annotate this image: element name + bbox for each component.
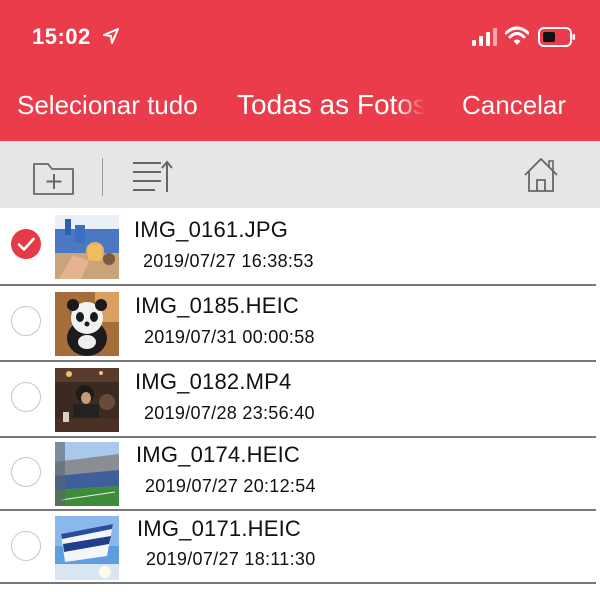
- toolbar: [0, 141, 600, 208]
- folder-add-icon: [33, 163, 74, 195]
- flag-sky-photo: [55, 516, 119, 580]
- sort-list-icon: [133, 160, 173, 192]
- file-date: 2019/07/27 18:11:30: [146, 549, 316, 569]
- list-item[interactable]: IMG_0185.HEIC 2019/07/31 00:00:58: [0, 286, 600, 362]
- cancel-button[interactable]: Cancelar: [462, 90, 566, 121]
- new-folder-button[interactable]: [32, 158, 76, 196]
- file-date: 2019/07/31 00:00:58: [144, 327, 315, 347]
- unselected-checkbox[interactable]: [11, 382, 41, 412]
- thumbnail: [55, 442, 119, 506]
- unselected-checkbox[interactable]: [11, 306, 41, 336]
- file-name: IMG_0182.MP4: [135, 369, 292, 394]
- checkmark-icon: [17, 237, 35, 251]
- list-item[interactable]: IMG_0182.MP4 2019/07/28 23:56:40: [0, 362, 600, 438]
- stadium-interior-photo: [55, 442, 119, 506]
- home-icon: [524, 158, 558, 192]
- bar-people-video: [55, 368, 119, 432]
- list-item[interactable]: IMG_0171.HEIC 2019/07/27 18:11:30: [0, 511, 600, 587]
- list-item[interactable]: IMG_0161.JPG 2019/07/27 16:38:53: [0, 208, 600, 284]
- sort-button[interactable]: [131, 159, 175, 195]
- list-item[interactable]: IMG_0174.HEIC 2019/07/27 20:12:54: [0, 438, 600, 514]
- toolbar-divider: [102, 158, 103, 196]
- file-name: IMG_0174.HEIC: [136, 442, 301, 467]
- location-arrow-icon: [103, 28, 119, 44]
- select-all-button[interactable]: Selecionar tudo: [17, 90, 198, 121]
- home-button[interactable]: [522, 156, 560, 194]
- wifi-icon: [505, 26, 529, 45]
- unselected-checkbox[interactable]: [11, 531, 41, 561]
- page-title: Todas as Fotos: [237, 89, 425, 120]
- file-date: 2019/07/27 16:38:53: [143, 251, 314, 271]
- stadium-crowd-drink-photo: [55, 215, 119, 279]
- cellular-signal-icon: [472, 28, 497, 46]
- file-name: IMG_0185.HEIC: [135, 293, 300, 318]
- thumbnail: [55, 292, 119, 356]
- unselected-checkbox[interactable]: [11, 457, 41, 487]
- file-date: 2019/07/28 23:56:40: [144, 403, 315, 423]
- file-date: 2019/07/27 20:12:54: [145, 476, 316, 496]
- thumbnail: [55, 516, 119, 580]
- panda-plush-photo: [55, 292, 119, 356]
- header-bar: 15:02 Selecionar tudo Todas as Fotos Can…: [0, 0, 600, 141]
- row-divider: [0, 582, 596, 584]
- thumbnail: [55, 215, 119, 279]
- thumbnail: [55, 368, 119, 432]
- selected-checkbox[interactable]: [11, 229, 41, 259]
- battery-icon: [538, 27, 575, 47]
- file-name: IMG_0161.JPG: [134, 217, 289, 242]
- file-name: IMG_0171.HEIC: [137, 516, 302, 541]
- status-time: 15:02: [32, 24, 91, 49]
